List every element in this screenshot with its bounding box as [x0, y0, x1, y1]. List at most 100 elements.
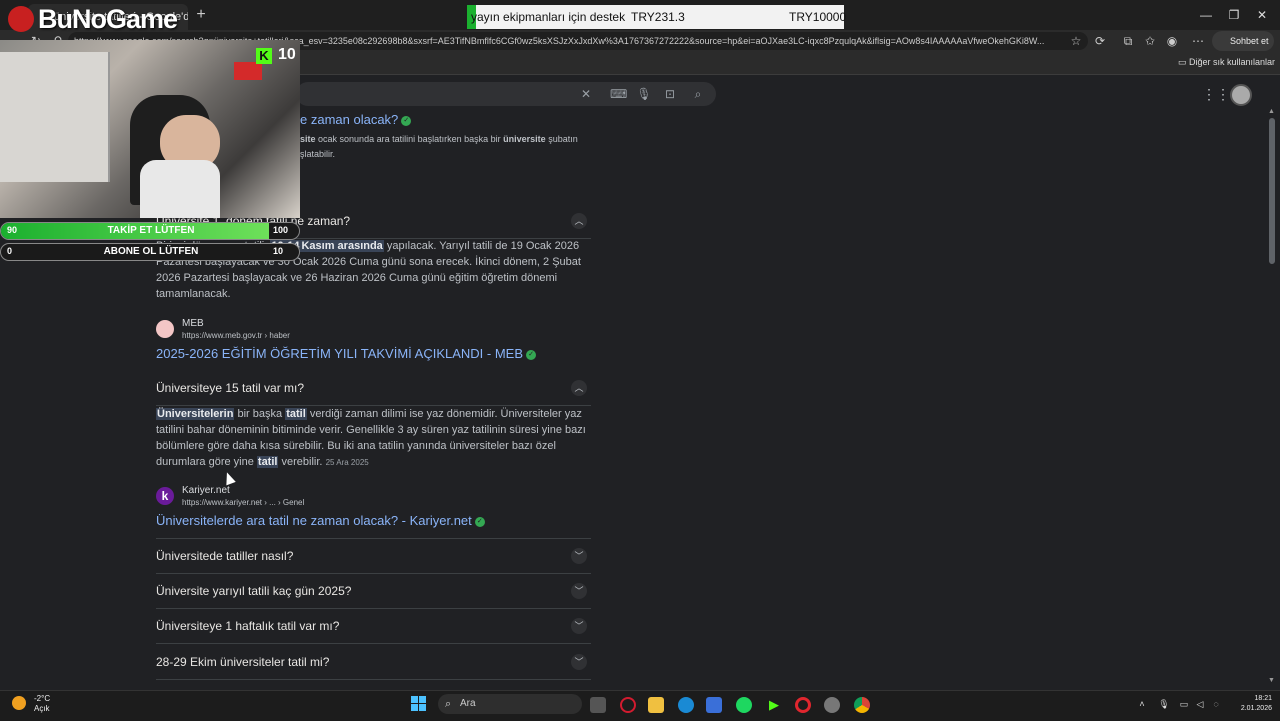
close-window-button[interactable]: ✕: [1252, 6, 1272, 24]
start-button[interactable]: [411, 696, 427, 712]
chevron-down-icon[interactable]: ﹀: [571, 654, 587, 670]
result-title-partial[interactable]: e zaman olacak? ✓: [300, 112, 412, 127]
goal-label: ABONE OL LÜTFEN: [103, 246, 199, 257]
chevron-down-icon[interactable]: ﹀: [571, 548, 587, 564]
bookshelf: [0, 52, 110, 182]
result-snippet: site ocak sonunda ara tatilini başlatırk…: [300, 132, 600, 162]
tray-overflow-icon[interactable]: ˄: [1136, 698, 1148, 710]
kick-icon: K: [256, 48, 272, 64]
donation-current: TRY231.3: [631, 10, 685, 24]
answer-date: 25 Ara 2025: [325, 458, 369, 467]
related-question-4[interactable]: Üniversite yarıyıl tatili kaç gün 2025? …: [156, 574, 591, 609]
clock-time: 18:21: [1254, 695, 1272, 702]
question-label: 28-29 Ekim üniversiteler tatil mi?: [156, 655, 330, 669]
kick-app-icon[interactable]: ▶: [766, 697, 782, 713]
account-avatar[interactable]: [1230, 84, 1252, 106]
source-url[interactable]: https://www.kariyer.net › ... › Genel: [182, 498, 304, 507]
answer-text-3: verebilir.: [281, 456, 323, 468]
verified-icon: ✓: [474, 516, 485, 527]
favorite-star-icon[interactable]: ☆: [1068, 33, 1084, 49]
opera-gx-icon[interactable]: [620, 697, 636, 713]
subscribe-goal-bar: 0 ABONE OL LÜTFEN 10: [0, 243, 300, 261]
question-label: Üniversite yarıyıl tatili kaç gün 2025?: [156, 584, 352, 598]
answer-text: bir başka: [237, 408, 283, 420]
clock-date: 2.01.2026: [1240, 705, 1272, 712]
answer-2: Üniversitelerin bir başka tatil verdiği …: [156, 406, 586, 471]
search-icon[interactable]: ⌕: [690, 86, 706, 102]
file-explorer-icon[interactable]: [648, 697, 664, 713]
snippet-line-2: şlatabilir.: [300, 149, 336, 159]
spotify-icon[interactable]: [736, 697, 752, 713]
google-apps-icon[interactable]: ⋮⋮: [1202, 86, 1230, 102]
chrome-icon[interactable]: [854, 697, 870, 713]
opera-icon[interactable]: [795, 697, 811, 713]
chevron-up-icon[interactable]: ︿: [571, 213, 587, 229]
related-question-5[interactable]: Üniversiteye 1 haftalık tatil var mı? ﹀: [156, 609, 591, 644]
minimize-button[interactable]: —: [1196, 6, 1216, 24]
answer-highlight-2: Kasım arasında: [300, 240, 384, 252]
keyboard-icon[interactable]: ⌨: [610, 86, 627, 102]
kariyer-favicon: k: [156, 487, 174, 505]
scroll-up-icon[interactable]: ▲: [1268, 108, 1275, 115]
verified-icon: ✓: [401, 115, 412, 126]
scrollbar-thumb[interactable]: [1269, 118, 1275, 264]
windows-taskbar: [0, 690, 1280, 721]
goal-max: 10: [273, 246, 284, 256]
maximize-button[interactable]: ❐: [1224, 6, 1244, 24]
search-input[interactable]: [296, 82, 716, 106]
snippet-text: ocak sonunda ara tatilini başlatırken ba…: [318, 134, 501, 144]
copilot-button[interactable]: Sohbet et: [1212, 31, 1274, 51]
snippet-bold: site: [300, 134, 316, 144]
display-icon[interactable]: ▭: [1178, 698, 1190, 710]
result-title-text: e zaman olacak?: [300, 112, 399, 127]
volume-icon[interactable]: ◁: [1194, 698, 1206, 710]
lens-icon[interactable]: ⊡: [662, 86, 678, 102]
goal-max: 100: [273, 225, 289, 235]
obs-icon[interactable]: [824, 697, 840, 713]
edge-icon[interactable]: [678, 697, 694, 713]
result-link-kariyer[interactable]: Üniversitelerde ara tatil ne zaman olaca…: [156, 513, 485, 528]
system-clock[interactable]: 18:21 2.01.2026: [1224, 694, 1272, 714]
clear-search-icon[interactable]: ✕: [578, 86, 594, 102]
kick-viewer-count: 10: [278, 46, 296, 63]
weather-icon[interactable]: [12, 696, 26, 710]
chevron-up-icon[interactable]: ︿: [571, 380, 587, 396]
task-view-icon[interactable]: [590, 697, 606, 713]
goal-label: TAKİP ET LÜTFEN: [107, 225, 195, 236]
windows-logo-icon: [419, 704, 426, 711]
store-icon[interactable]: [706, 697, 722, 713]
other-favorites-folder[interactable]: ▭ Diğer sık kullanılanlar: [1178, 57, 1275, 68]
search-icon: ⌕: [445, 698, 452, 710]
related-question-6[interactable]: 28-29 Ekim üniversiteler tatil mi? ﹀: [156, 645, 591, 680]
chevron-down-icon[interactable]: ﹀: [571, 583, 587, 599]
question-label: Üniversiteye 1 haftalık tatil var mı?: [156, 619, 340, 633]
network-icon[interactable]: ◌: [1210, 698, 1222, 710]
answer-highlight-2: tatil: [285, 408, 307, 420]
windows-logo-icon: [419, 696, 426, 703]
follow-goal-bar: 90 TAKİP ET LÜTFEN 100: [0, 222, 300, 240]
snippet-text-end: şubatın: [548, 134, 578, 144]
microphone-tray-icon[interactable]: 🎙: [1158, 698, 1170, 710]
related-question-3[interactable]: Üniversitede tatiller nasıl? ﹀: [156, 538, 591, 574]
snippet-bold-2: üniversite: [503, 134, 546, 144]
flag-decoration: [234, 62, 262, 80]
scroll-down-icon[interactable]: ▼: [1268, 677, 1275, 684]
mouse-cursor: [222, 470, 236, 486]
result-link-meb[interactable]: 2025-2026 EĞİTİM ÖĞRETİM YILI TAKVİMİ AÇ…: [156, 346, 537, 361]
weather-temp: -2°C: [34, 694, 51, 703]
split-screen-icon[interactable]: ⧉: [1120, 33, 1136, 49]
verified-icon: ✓: [526, 349, 537, 360]
meb-favicon: [156, 320, 174, 338]
answer-highlight: Üniversitelerin: [156, 408, 235, 420]
profile-icon[interactable]: ◉: [1164, 33, 1180, 49]
chevron-down-icon[interactable]: ﹀: [571, 618, 587, 634]
taskbar-search[interactable]: ⌕ Ara: [438, 694, 582, 714]
extension-icon[interactable]: ⟳: [1092, 33, 1108, 49]
new-tab-button[interactable]: +: [192, 6, 210, 24]
microphone-icon[interactable]: 🎙: [636, 86, 652, 102]
weather-widget[interactable]: -2°C Açık: [34, 694, 50, 714]
favorites-icon[interactable]: ✩: [1142, 33, 1158, 49]
source-url[interactable]: https://www.meb.gov.tr › haber: [182, 331, 290, 340]
more-menu-icon[interactable]: ⋯: [1190, 33, 1206, 49]
related-question-2[interactable]: Üniversiteye 15 tatil var mı? ︿: [156, 371, 591, 406]
